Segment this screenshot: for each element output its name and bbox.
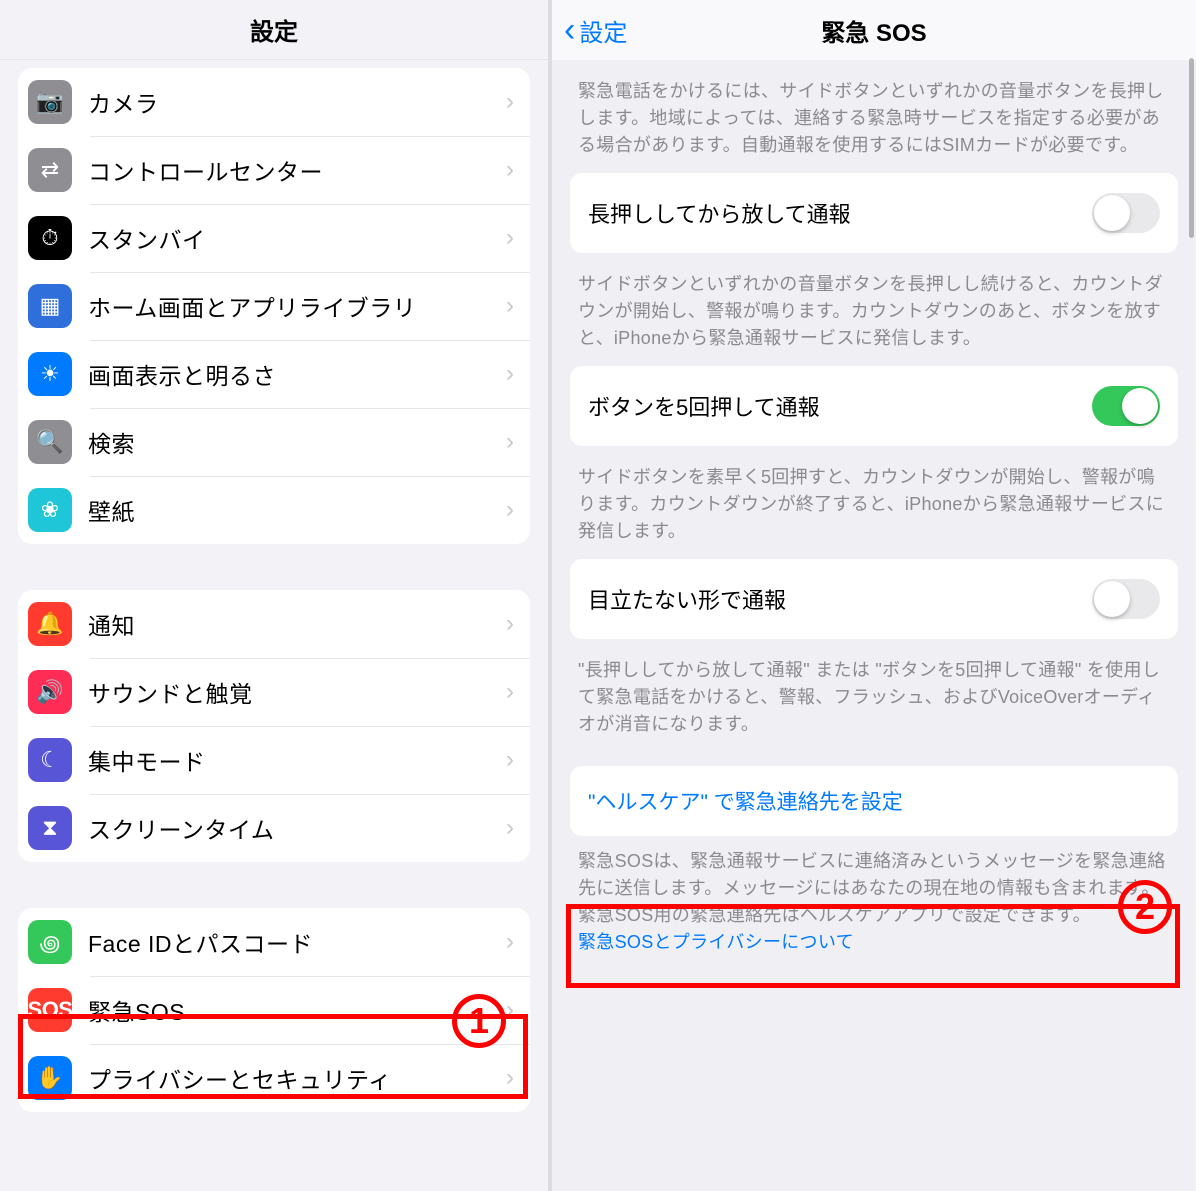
settings-row-faceid[interactable]: ꩜ Face IDとパスコード› bbox=[18, 908, 530, 976]
settings-title: 設定 bbox=[250, 12, 298, 47]
screen-time-icon: ⧗ bbox=[28, 806, 72, 850]
settings-row-focus[interactable]: ☾ 集中モード› bbox=[18, 726, 530, 794]
settings-row-label: コントロールセンター bbox=[88, 153, 506, 187]
settings-row-notif[interactable]: 🔔 通知› bbox=[18, 590, 530, 658]
settings-row-home[interactable]: ▦ ホーム画面とアプリライブラリ› bbox=[18, 272, 530, 340]
search-icon: 🔍 bbox=[28, 420, 72, 464]
quiet-call-label: 目立たない形で通報 bbox=[588, 583, 1092, 615]
settings-row-privacy[interactable]: ✋ プライバシーとセキュリティ› bbox=[18, 1044, 530, 1112]
detail-header: ‹ 設定 緊急 SOS bbox=[552, 0, 1196, 60]
chevron-right-icon: › bbox=[506, 292, 514, 320]
scroll-indicator bbox=[1189, 58, 1194, 238]
chevron-right-icon: › bbox=[506, 928, 514, 956]
display-icon: ☀ bbox=[28, 352, 72, 396]
settings-row-label: 通知 bbox=[88, 607, 506, 641]
chevron-right-icon: › bbox=[506, 88, 514, 116]
detail-title: 緊急 SOS bbox=[552, 13, 1196, 48]
home-screen-icon: ▦ bbox=[28, 284, 72, 328]
focus-icon: ☾ bbox=[28, 738, 72, 782]
settings-row-sos[interactable]: SOS 緊急SOS› bbox=[18, 976, 530, 1044]
privacy-icon: ✋ bbox=[28, 1056, 72, 1100]
chevron-right-icon: › bbox=[506, 1064, 514, 1092]
settings-row-sound[interactable]: 🔊 サウンドと触覚› bbox=[18, 658, 530, 726]
settings-row-label: 壁紙 bbox=[88, 493, 506, 527]
quiet-call-cell[interactable]: 目立たない形で通報 bbox=[570, 559, 1178, 639]
faceid-icon: ꩜ bbox=[28, 920, 72, 964]
chevron-right-icon: › bbox=[506, 224, 514, 252]
final-explain: 緊急SOSは、緊急通報サービスに連絡済みというメッセージを緊急連絡先に送信します… bbox=[578, 848, 1170, 956]
chevron-right-icon: › bbox=[506, 360, 514, 388]
health-contacts-label: "ヘルスケア" で緊急連絡先を設定 bbox=[588, 786, 1160, 816]
settings-row-label: プライバシーとセキュリティ bbox=[88, 1061, 506, 1095]
settings-row-control[interactable]: ⇄ コントロールセンター› bbox=[18, 136, 530, 204]
settings-row-label: カメラ bbox=[88, 85, 506, 119]
press-5x-cell[interactable]: ボタンを5回押して通報 bbox=[570, 366, 1178, 446]
intro-explain: 緊急電話をかけるには、サイドボタンといずれかの音量ボタンを長押しします。地域によ… bbox=[578, 78, 1170, 159]
sos-icon: SOS bbox=[28, 988, 72, 1032]
settings-row-label: Face IDとパスコード bbox=[88, 925, 506, 959]
settings-row-camera[interactable]: 📷 カメラ› bbox=[18, 68, 530, 136]
camera-icon: 📷 bbox=[28, 80, 72, 124]
hold-release-label: 長押ししてから放して通報 bbox=[588, 197, 1092, 229]
settings-group: 🔔通知›🔊サウンドと触覚›☾集中モード›⧗スクリーンタイム› bbox=[18, 590, 530, 862]
hold-release-toggle[interactable] bbox=[1092, 193, 1160, 233]
chevron-right-icon: › bbox=[506, 814, 514, 842]
hold-release-cell[interactable]: 長押ししてから放して通報 bbox=[570, 173, 1178, 253]
hold-release-explain: サイドボタンといずれかの音量ボタンを長押しし続けると、カウントダウンが開始し、警… bbox=[578, 271, 1170, 352]
emergency-sos-pane: ‹ 設定 緊急 SOS 緊急電話をかけるには、サイドボタンといずれかの音量ボタン… bbox=[552, 0, 1196, 1191]
press-5x-label: ボタンを5回押して通報 bbox=[588, 390, 1092, 422]
wallpaper-icon: ❀ bbox=[28, 488, 72, 532]
quiet-call-explain: "長押ししてから放して通報" または "ボタンを5回押して通報" を使用して緊急… bbox=[578, 657, 1170, 738]
settings-row-label: スクリーンタイム bbox=[88, 811, 506, 845]
press-5x-explain: サイドボタンを素早く5回押すと、カウントダウンが開始し、警報が鳴ります。カウント… bbox=[578, 464, 1170, 545]
settings-row-search[interactable]: 🔍 検索› bbox=[18, 408, 530, 476]
press-5x-toggle[interactable] bbox=[1092, 386, 1160, 426]
settings-row-label: 緊急SOS bbox=[88, 993, 506, 1027]
settings-row-label: スタンバイ bbox=[88, 221, 506, 255]
settings-row-screen[interactable]: ⧗ スクリーンタイム› bbox=[18, 794, 530, 862]
chevron-right-icon: › bbox=[506, 746, 514, 774]
settings-row-wallpaper[interactable]: ❀ 壁紙› bbox=[18, 476, 530, 544]
control-center-icon: ⇄ bbox=[28, 148, 72, 192]
chevron-right-icon: › bbox=[506, 428, 514, 456]
health-contacts-link[interactable]: "ヘルスケア" で緊急連絡先を設定 bbox=[570, 766, 1178, 836]
settings-row-display[interactable]: ☀ 画面表示と明るさ› bbox=[18, 340, 530, 408]
back-button[interactable]: ‹ 設定 bbox=[564, 0, 627, 60]
chevron-right-icon: › bbox=[506, 496, 514, 524]
standby-icon: ⏱ bbox=[28, 216, 72, 260]
settings-row-label: 画面表示と明るさ bbox=[88, 357, 506, 391]
settings-row-label: ホーム画面とアプリライブラリ bbox=[88, 289, 506, 323]
back-label: 設定 bbox=[579, 13, 627, 48]
privacy-link[interactable]: 緊急SOSとプライバシーについて bbox=[578, 932, 854, 952]
settings-group: 📷カメラ›⇄コントロールセンター›⏱スタンバイ›▦ホーム画面とアプリライブラリ›… bbox=[18, 68, 530, 544]
chevron-right-icon: › bbox=[506, 678, 514, 706]
settings-group: ꩜Face IDとパスコード›SOS緊急SOS›✋プライバシーとセキュリティ› bbox=[18, 908, 530, 1112]
sound-icon: 🔊 bbox=[28, 670, 72, 714]
settings-list-pane: 設定 📷カメラ›⇄コントロールセンター›⏱スタンバイ›▦ホーム画面とアプリライブ… bbox=[0, 0, 552, 1191]
chevron-right-icon: › bbox=[506, 996, 514, 1024]
settings-header: 設定 bbox=[0, 0, 548, 60]
chevron-right-icon: › bbox=[506, 610, 514, 638]
chevron-right-icon: › bbox=[506, 156, 514, 184]
settings-row-standby[interactable]: ⏱ スタンバイ› bbox=[18, 204, 530, 272]
settings-row-label: 検索 bbox=[88, 425, 506, 459]
settings-row-label: 集中モード bbox=[88, 743, 506, 777]
notifications-icon: 🔔 bbox=[28, 602, 72, 646]
quiet-call-toggle[interactable] bbox=[1092, 579, 1160, 619]
settings-row-label: サウンドと触覚 bbox=[88, 675, 506, 709]
chevron-left-icon: ‹ bbox=[564, 13, 575, 47]
